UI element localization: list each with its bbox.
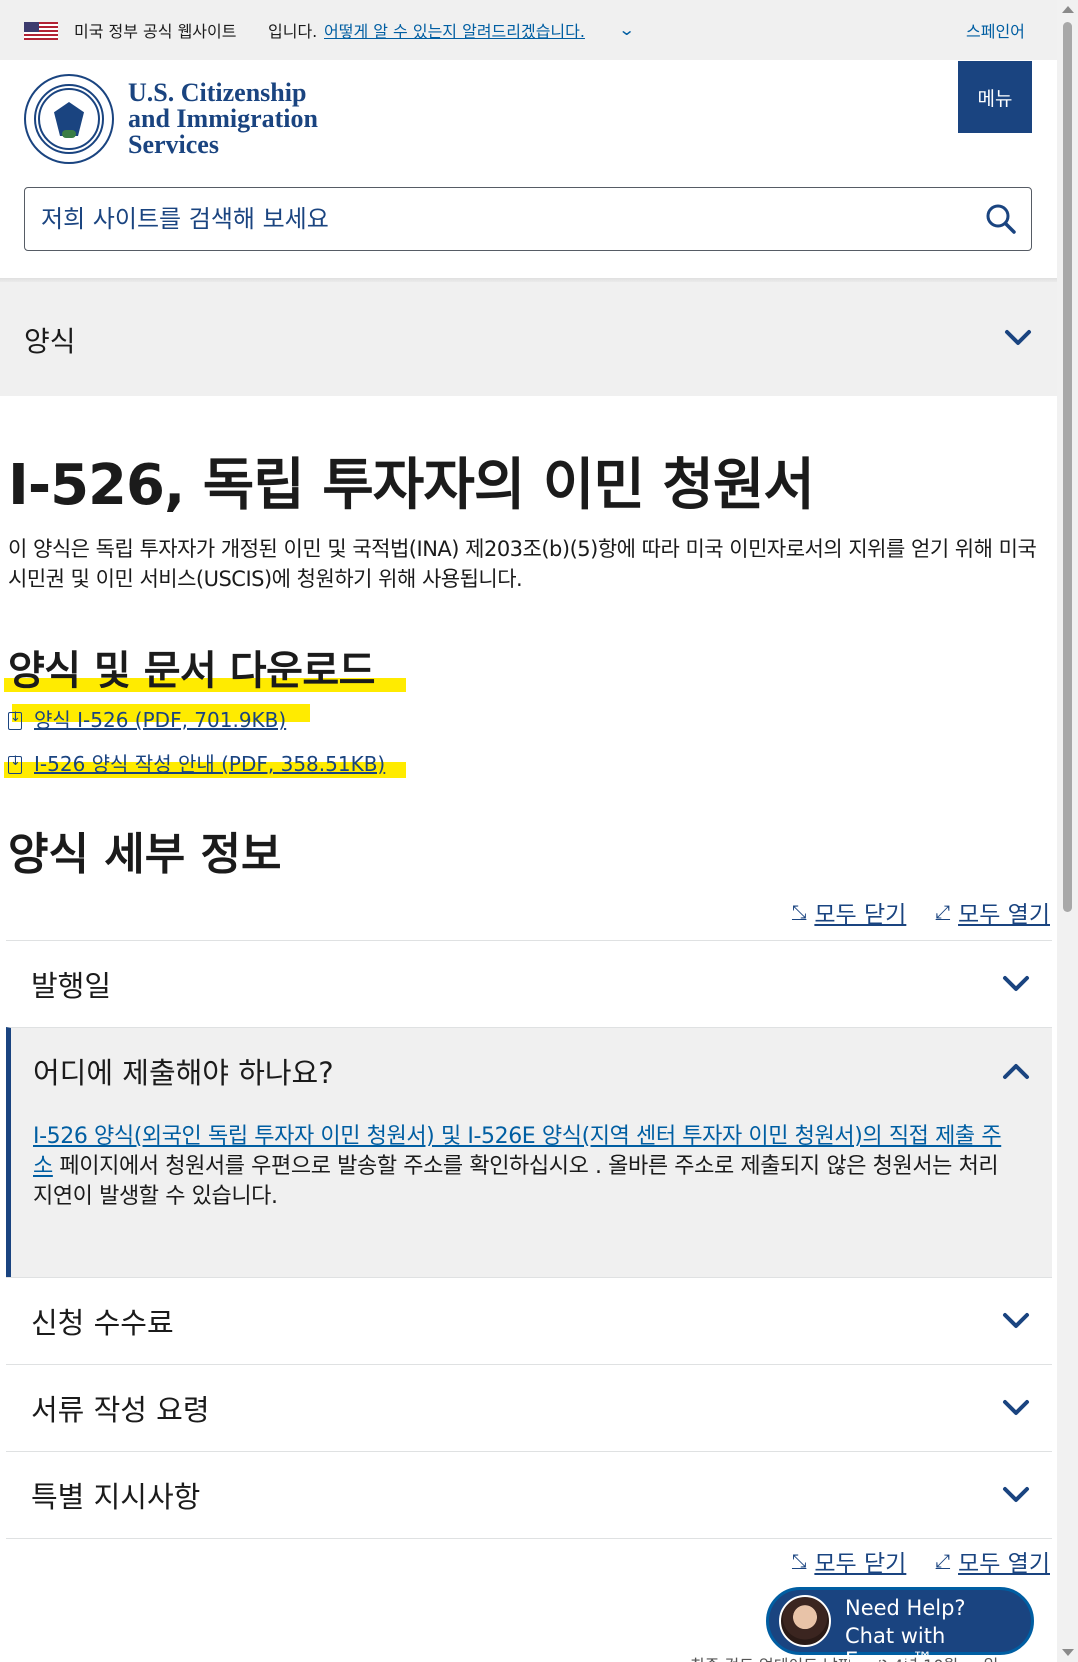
- collapse-all-button[interactable]: ⤡ 모두 닫기: [792, 1544, 906, 1578]
- section-nav-label: 양식: [24, 325, 76, 358]
- chevron-down-icon: [1003, 1313, 1029, 1328]
- page-title: I-526, 독립 투자자의 이민 청원서: [8, 453, 815, 518]
- agency-name-line: Services: [128, 130, 219, 159]
- download-heading: 양식 및 문서 다운로드: [8, 648, 375, 694]
- expand-all-button[interactable]: ⤢ 모두 열기: [936, 895, 1050, 929]
- accordion-body-text: 페이지에서 청원서를 우편으로 발송할 주소를 확인하십시오 . 올바른 주소로…: [33, 1154, 999, 1209]
- page: 미국 정부 공식 웹사이트 입니다. 어떻게 알 수 있는지 알려드리겠습니다.…: [0, 0, 1057, 1662]
- details-accordion: 발행일 어디에 제출해야 하나요? I-526 양식(외국인 독립 투자자 이민…: [6, 940, 1052, 1539]
- details-heading: 양식 세부 정보: [8, 829, 282, 880]
- collapse-icon: ⤡: [791, 1550, 807, 1572]
- chat-line2: Chat with Emma™: [845, 1624, 946, 1662]
- accordion-header[interactable]: 신청 수수료: [6, 1278, 1052, 1364]
- accordion-label: 서류 작성 요령: [31, 1393, 210, 1427]
- chevron-down-icon: [1003, 1487, 1029, 1502]
- accordion-header[interactable]: 발행일: [6, 941, 1052, 1027]
- agency-name-line: and Immigration: [128, 104, 318, 133]
- chat-with-emma-button[interactable]: Need Help? Chat with Emma™: [766, 1587, 1034, 1662]
- search-icon[interactable]: [985, 203, 1017, 235]
- accordion-item-open: 어디에 제출해야 하나요? I-526 양식(외국인 독립 투자자 이민 청원서…: [6, 1027, 1052, 1277]
- search-input[interactable]: [39, 188, 943, 250]
- expand-all-button[interactable]: ⤢ 모두 열기: [936, 1544, 1050, 1578]
- file-download-icon: [8, 754, 22, 774]
- chat-line1: Need Help?: [845, 1596, 966, 1620]
- accordion-header[interactable]: 어디에 제출해야 하나요?: [11, 1028, 1052, 1114]
- scroll-thumb[interactable]: [1063, 22, 1072, 912]
- scroll-down-icon[interactable]: [1062, 1649, 1074, 1656]
- chevron-down-icon: [1003, 1400, 1029, 1415]
- gov-banner: 미국 정부 공식 웹사이트 입니다. 어떻게 알 수 있는지 알려드리겠습니다.…: [0, 0, 1057, 60]
- agency-name-logo[interactable]: U.S. Citizenship and Immigration Service…: [128, 80, 348, 158]
- chevron-up-icon: [1003, 1064, 1029, 1079]
- section-nav-toggle[interactable]: 양식: [0, 282, 1057, 396]
- language-link[interactable]: 스페인어: [966, 18, 1025, 42]
- accordion-body: I-526 양식(외국인 독립 투자자 이민 청원서) 및 I-526E 양식(…: [11, 1114, 1052, 1212]
- expand-all-label: 모두 열기: [958, 1551, 1050, 1577]
- gov-is-text: 입니다.: [268, 22, 318, 41]
- chevron-down-icon[interactable]: ⌄: [618, 20, 635, 39]
- accordion-item[interactable]: 특별 지시사항: [6, 1451, 1052, 1539]
- accordion-label: 발행일: [31, 969, 112, 1003]
- accordion-controls: ⤡ 모두 닫기 ⤢ 모두 열기: [770, 895, 1050, 929]
- download-item: I-526 양식 작성 안내 (PDF, 358.51KB): [8, 748, 385, 777]
- accordion-item[interactable]: 서류 작성 요령: [6, 1364, 1052, 1451]
- accordion-item[interactable]: 신청 수수료: [6, 1277, 1052, 1364]
- collapse-all-label: 모두 닫기: [814, 1551, 907, 1577]
- accordion-header[interactable]: 특별 지시사항: [6, 1452, 1052, 1538]
- chevron-down-icon: [1003, 976, 1029, 991]
- file-download-icon: [8, 710, 22, 730]
- download-link-instructions[interactable]: I-526 양식 작성 안내 (PDF, 358.51KB): [34, 752, 385, 776]
- search-box: [24, 187, 1032, 251]
- seal-land-icon: [62, 130, 76, 138]
- expand-icon: ⤢: [935, 1550, 951, 1572]
- us-flag-icon: [24, 22, 58, 40]
- dhs-seal-logo[interactable]: [24, 74, 114, 164]
- agency-name-line: U.S. Citizenship: [128, 78, 307, 107]
- accordion-label: 어디에 제출해야 하나요?: [33, 1056, 334, 1090]
- collapse-icon: ⤡: [791, 901, 807, 923]
- collapse-all-button[interactable]: ⤡ 모두 닫기: [792, 895, 906, 929]
- chevron-down-icon: [1005, 330, 1031, 345]
- accordion-label: 특별 지시사항: [31, 1480, 201, 1514]
- accordion-item[interactable]: 발행일: [6, 940, 1052, 1027]
- intro-text: 이 양식은 독립 투자자가 개정된 이민 및 국적법(INA) 제203조(b)…: [8, 537, 1037, 591]
- menu-button[interactable]: 메뉴: [958, 61, 1032, 133]
- accordion-controls: ⤡ 모두 닫기 ⤢ 모두 열기: [770, 1544, 1050, 1578]
- accordion-header[interactable]: 서류 작성 요령: [6, 1365, 1052, 1451]
- expand-icon: ⤢: [935, 901, 951, 923]
- page-scrollbar[interactable]: [1057, 0, 1078, 1662]
- download-item: 양식 I-526 (PDF, 701.9KB): [8, 704, 286, 733]
- download-link-form[interactable]: 양식 I-526 (PDF, 701.9KB): [34, 708, 286, 732]
- collapse-all-label: 모두 닫기: [814, 902, 907, 928]
- expand-all-label: 모두 열기: [958, 902, 1050, 928]
- scroll-up-icon[interactable]: [1062, 6, 1074, 13]
- gov-official-text: 미국 정부 공식 웹사이트: [74, 22, 237, 41]
- emma-avatar: [779, 1595, 831, 1647]
- how-you-know-link[interactable]: 어떻게 알 수 있는지 알려드리겠습니다.: [324, 18, 585, 42]
- accordion-label: 신청 수수료: [31, 1306, 174, 1340]
